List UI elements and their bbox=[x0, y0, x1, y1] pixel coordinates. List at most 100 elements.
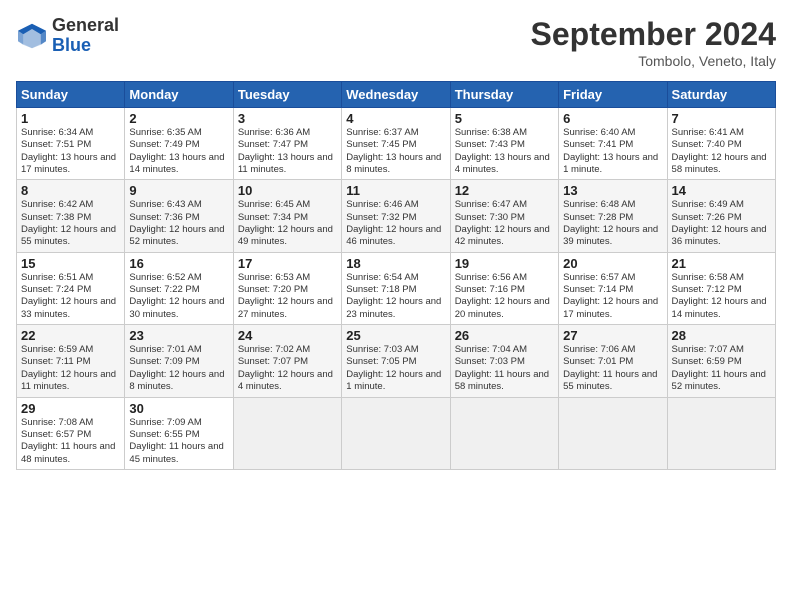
day-number: 11 bbox=[346, 183, 445, 198]
logo-icon bbox=[16, 22, 48, 50]
day-cell bbox=[342, 397, 450, 469]
day-info: Sunrise: 7:06 AM Sunset: 7:01 PM Dayligh… bbox=[563, 344, 662, 393]
day-number: 3 bbox=[238, 111, 337, 126]
day-cell bbox=[559, 397, 667, 469]
logo-general: General bbox=[52, 15, 119, 35]
header: General Blue September 2024 Tombolo, Ven… bbox=[16, 16, 776, 69]
day-info: Sunrise: 6:42 AM Sunset: 7:38 PM Dayligh… bbox=[21, 199, 120, 248]
day-number: 16 bbox=[129, 256, 228, 271]
header-wednesday: Wednesday bbox=[342, 82, 450, 108]
day-cell bbox=[233, 397, 341, 469]
day-info: Sunrise: 6:45 AM Sunset: 7:34 PM Dayligh… bbox=[238, 199, 337, 248]
header-saturday: Saturday bbox=[667, 82, 775, 108]
day-info: Sunrise: 6:40 AM Sunset: 7:41 PM Dayligh… bbox=[563, 127, 662, 176]
day-cell: 3 Sunrise: 6:36 AM Sunset: 7:47 PM Dayli… bbox=[233, 108, 341, 180]
logo: General Blue bbox=[16, 16, 119, 56]
day-number: 26 bbox=[455, 328, 554, 343]
day-info: Sunrise: 6:35 AM Sunset: 7:49 PM Dayligh… bbox=[129, 127, 228, 176]
day-cell: 17 Sunrise: 6:53 AM Sunset: 7:20 PM Dayl… bbox=[233, 252, 341, 324]
header-row: Sunday Monday Tuesday Wednesday Thursday… bbox=[17, 82, 776, 108]
day-cell: 30 Sunrise: 7:09 AM Sunset: 6:55 PM Dayl… bbox=[125, 397, 233, 469]
week-row-3: 15 Sunrise: 6:51 AM Sunset: 7:24 PM Dayl… bbox=[17, 252, 776, 324]
day-info: Sunrise: 6:43 AM Sunset: 7:36 PM Dayligh… bbox=[129, 199, 228, 248]
day-cell: 9 Sunrise: 6:43 AM Sunset: 7:36 PM Dayli… bbox=[125, 180, 233, 252]
day-cell: 2 Sunrise: 6:35 AM Sunset: 7:49 PM Dayli… bbox=[125, 108, 233, 180]
day-cell: 29 Sunrise: 7:08 AM Sunset: 6:57 PM Dayl… bbox=[17, 397, 125, 469]
day-cell bbox=[450, 397, 558, 469]
day-cell: 7 Sunrise: 6:41 AM Sunset: 7:40 PM Dayli… bbox=[667, 108, 775, 180]
day-info: Sunrise: 6:53 AM Sunset: 7:20 PM Dayligh… bbox=[238, 272, 337, 321]
day-number: 9 bbox=[129, 183, 228, 198]
day-cell: 8 Sunrise: 6:42 AM Sunset: 7:38 PM Dayli… bbox=[17, 180, 125, 252]
day-info: Sunrise: 6:34 AM Sunset: 7:51 PM Dayligh… bbox=[21, 127, 120, 176]
day-info: Sunrise: 7:04 AM Sunset: 7:03 PM Dayligh… bbox=[455, 344, 554, 393]
day-number: 29 bbox=[21, 401, 120, 416]
calendar-table: Sunday Monday Tuesday Wednesday Thursday… bbox=[16, 81, 776, 470]
title-section: September 2024 Tombolo, Veneto, Italy bbox=[531, 16, 776, 69]
day-cell: 19 Sunrise: 6:56 AM Sunset: 7:16 PM Dayl… bbox=[450, 252, 558, 324]
day-cell: 21 Sunrise: 6:58 AM Sunset: 7:12 PM Dayl… bbox=[667, 252, 775, 324]
day-number: 17 bbox=[238, 256, 337, 271]
header-thursday: Thursday bbox=[450, 82, 558, 108]
day-cell: 5 Sunrise: 6:38 AM Sunset: 7:43 PM Dayli… bbox=[450, 108, 558, 180]
day-number: 30 bbox=[129, 401, 228, 416]
day-info: Sunrise: 6:52 AM Sunset: 7:22 PM Dayligh… bbox=[129, 272, 228, 321]
day-number: 13 bbox=[563, 183, 662, 198]
day-info: Sunrise: 6:58 AM Sunset: 7:12 PM Dayligh… bbox=[672, 272, 771, 321]
day-info: Sunrise: 6:59 AM Sunset: 7:11 PM Dayligh… bbox=[21, 344, 120, 393]
day-cell: 18 Sunrise: 6:54 AM Sunset: 7:18 PM Dayl… bbox=[342, 252, 450, 324]
main-container: General Blue September 2024 Tombolo, Ven… bbox=[0, 0, 792, 478]
day-cell: 22 Sunrise: 6:59 AM Sunset: 7:11 PM Dayl… bbox=[17, 325, 125, 397]
day-number: 21 bbox=[672, 256, 771, 271]
week-row-4: 22 Sunrise: 6:59 AM Sunset: 7:11 PM Dayl… bbox=[17, 325, 776, 397]
day-cell: 10 Sunrise: 6:45 AM Sunset: 7:34 PM Dayl… bbox=[233, 180, 341, 252]
day-number: 25 bbox=[346, 328, 445, 343]
header-friday: Friday bbox=[559, 82, 667, 108]
logo-text: General Blue bbox=[52, 16, 119, 56]
day-number: 5 bbox=[455, 111, 554, 126]
day-cell: 4 Sunrise: 6:37 AM Sunset: 7:45 PM Dayli… bbox=[342, 108, 450, 180]
day-number: 19 bbox=[455, 256, 554, 271]
week-row-2: 8 Sunrise: 6:42 AM Sunset: 7:38 PM Dayli… bbox=[17, 180, 776, 252]
day-info: Sunrise: 6:54 AM Sunset: 7:18 PM Dayligh… bbox=[346, 272, 445, 321]
day-number: 18 bbox=[346, 256, 445, 271]
day-number: 10 bbox=[238, 183, 337, 198]
day-cell: 15 Sunrise: 6:51 AM Sunset: 7:24 PM Dayl… bbox=[17, 252, 125, 324]
day-info: Sunrise: 7:01 AM Sunset: 7:09 PM Dayligh… bbox=[129, 344, 228, 393]
logo-blue: Blue bbox=[52, 35, 91, 55]
day-info: Sunrise: 7:02 AM Sunset: 7:07 PM Dayligh… bbox=[238, 344, 337, 393]
day-info: Sunrise: 7:08 AM Sunset: 6:57 PM Dayligh… bbox=[21, 417, 120, 466]
day-cell: 28 Sunrise: 7:07 AM Sunset: 6:59 PM Dayl… bbox=[667, 325, 775, 397]
day-info: Sunrise: 6:47 AM Sunset: 7:30 PM Dayligh… bbox=[455, 199, 554, 248]
day-cell: 25 Sunrise: 7:03 AM Sunset: 7:05 PM Dayl… bbox=[342, 325, 450, 397]
header-tuesday: Tuesday bbox=[233, 82, 341, 108]
day-number: 28 bbox=[672, 328, 771, 343]
calendar-header: Sunday Monday Tuesday Wednesday Thursday… bbox=[17, 82, 776, 108]
day-info: Sunrise: 6:51 AM Sunset: 7:24 PM Dayligh… bbox=[21, 272, 120, 321]
day-number: 6 bbox=[563, 111, 662, 126]
day-number: 23 bbox=[129, 328, 228, 343]
day-cell: 20 Sunrise: 6:57 AM Sunset: 7:14 PM Dayl… bbox=[559, 252, 667, 324]
day-info: Sunrise: 7:07 AM Sunset: 6:59 PM Dayligh… bbox=[672, 344, 771, 393]
day-info: Sunrise: 6:56 AM Sunset: 7:16 PM Dayligh… bbox=[455, 272, 554, 321]
day-cell: 11 Sunrise: 6:46 AM Sunset: 7:32 PM Dayl… bbox=[342, 180, 450, 252]
day-info: Sunrise: 7:09 AM Sunset: 6:55 PM Dayligh… bbox=[129, 417, 228, 466]
day-number: 4 bbox=[346, 111, 445, 126]
day-number: 1 bbox=[21, 111, 120, 126]
day-info: Sunrise: 6:36 AM Sunset: 7:47 PM Dayligh… bbox=[238, 127, 337, 176]
day-info: Sunrise: 6:48 AM Sunset: 7:28 PM Dayligh… bbox=[563, 199, 662, 248]
day-cell: 12 Sunrise: 6:47 AM Sunset: 7:30 PM Dayl… bbox=[450, 180, 558, 252]
day-cell: 16 Sunrise: 6:52 AM Sunset: 7:22 PM Dayl… bbox=[125, 252, 233, 324]
day-cell: 6 Sunrise: 6:40 AM Sunset: 7:41 PM Dayli… bbox=[559, 108, 667, 180]
day-number: 15 bbox=[21, 256, 120, 271]
day-info: Sunrise: 6:37 AM Sunset: 7:45 PM Dayligh… bbox=[346, 127, 445, 176]
calendar-body: 1 Sunrise: 6:34 AM Sunset: 7:51 PM Dayli… bbox=[17, 108, 776, 470]
day-number: 22 bbox=[21, 328, 120, 343]
day-number: 8 bbox=[21, 183, 120, 198]
header-sunday: Sunday bbox=[17, 82, 125, 108]
week-row-1: 1 Sunrise: 6:34 AM Sunset: 7:51 PM Dayli… bbox=[17, 108, 776, 180]
day-number: 12 bbox=[455, 183, 554, 198]
day-cell: 14 Sunrise: 6:49 AM Sunset: 7:26 PM Dayl… bbox=[667, 180, 775, 252]
day-cell: 13 Sunrise: 6:48 AM Sunset: 7:28 PM Dayl… bbox=[559, 180, 667, 252]
day-info: Sunrise: 6:41 AM Sunset: 7:40 PM Dayligh… bbox=[672, 127, 771, 176]
